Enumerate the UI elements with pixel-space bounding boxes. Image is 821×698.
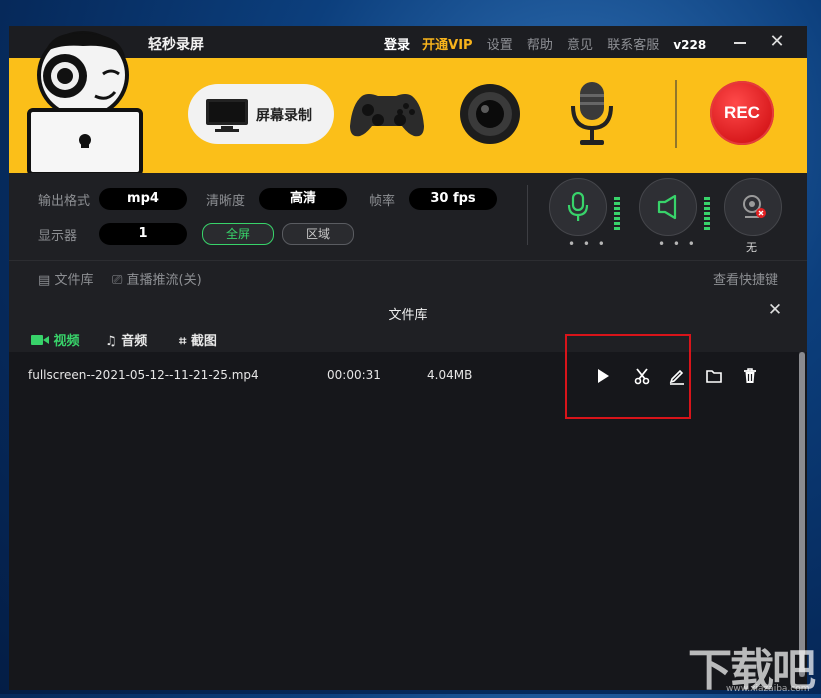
quality-select[interactable]: 高清 — [259, 188, 347, 210]
crop-icon: ⌗ — [179, 334, 187, 349]
speaker-level-meter — [704, 197, 710, 232]
settings-panel: 输出格式 mp4 清晰度 高清 帧率 30 fps 显示器 1 全屏 区域 • … — [9, 173, 807, 293]
speaker-icon — [657, 194, 677, 220]
sub-toolbar: ▤ 文件库 ⎚ 直播推流(关) 查看快捷键 — [9, 260, 807, 294]
screen-record-label: 屏幕录制 — [256, 108, 312, 124]
file-size: 4.04MB — [427, 368, 473, 382]
file-name: fullscreen--2021-05-12--11-21-25.mp4 — [28, 368, 259, 382]
library-title: 文件库 — [388, 308, 428, 323]
settings-divider — [527, 185, 528, 245]
rec-label: REC — [724, 103, 760, 122]
mode-toolbar: 屏幕录制 REC — [9, 31, 807, 175]
system-audio-toggle[interactable] — [639, 178, 697, 236]
tab-audio-label: 音频 — [121, 334, 148, 349]
format-select[interactable]: mp4 — [99, 188, 187, 210]
tab-video[interactable]: 视频 — [31, 330, 80, 349]
file-duration: 00:00:31 — [327, 368, 381, 382]
tv-icon: ⎚ — [112, 273, 123, 288]
monitor-icon — [206, 99, 248, 132]
display-select[interactable]: 1 — [99, 223, 187, 245]
library-header: 文件库 ✕ — [9, 296, 807, 326]
rec-button[interactable]: REC — [710, 81, 774, 145]
mascot-logo-icon — [27, 31, 143, 175]
game-record-mode-icon[interactable] — [348, 90, 426, 140]
delete-trash-icon[interactable] — [741, 367, 759, 385]
mic-level-meter — [614, 197, 620, 232]
display-label: 显示器 — [38, 229, 78, 244]
mic-options-dots[interactable]: • • • — [568, 237, 607, 251]
file-library-link[interactable]: ▤ 文件库 — [38, 269, 93, 288]
video-icon — [31, 335, 49, 345]
file-icon: ▤ — [38, 273, 51, 288]
customer-service-link[interactable]: 联系客服 — [607, 34, 659, 53]
fps-select[interactable]: 30 fps — [409, 188, 497, 210]
format-label: 输出格式 — [38, 194, 91, 209]
feedback-link[interactable]: 意见 — [567, 34, 593, 53]
webcam-none-label: 无 — [746, 241, 757, 254]
webcam-off-icon — [743, 195, 766, 218]
fullscreen-option[interactable]: 全屏 — [202, 223, 274, 245]
tab-screenshot-label: 截图 — [190, 334, 217, 349]
microphone-toggle[interactable] — [549, 178, 607, 236]
toolbar-divider — [675, 80, 677, 148]
minimize-button[interactable] — [734, 42, 746, 44]
app-title: 轻秒录屏 — [148, 37, 204, 53]
live-stream-label: 直播推流(关) — [126, 273, 202, 288]
library-close-button[interactable]: ✕ — [765, 300, 785, 320]
settings-link[interactable]: 设置 — [487, 34, 513, 53]
speaker-options-dots[interactable]: • • • — [658, 237, 697, 251]
app-window: 轻秒录屏 登录 开通VIP 设置 帮助 意见 联系客服 v228 ✕ 屏幕录制 … — [9, 26, 807, 690]
microphone-icon — [567, 192, 589, 221]
webcam-mode-icon[interactable] — [458, 82, 522, 146]
audio-mode-icon[interactable] — [567, 80, 617, 150]
live-stream-link[interactable]: ⎚ 直播推流(关) — [112, 269, 202, 288]
shortcuts-link[interactable]: 查看快捷键 — [713, 269, 778, 288]
login-link[interactable]: 登录 — [384, 34, 410, 53]
screen-record-mode-button[interactable]: 屏幕录制 — [188, 84, 334, 144]
close-button[interactable]: ✕ — [767, 32, 787, 52]
tab-audio[interactable]: ♫ 音频 — [105, 330, 147, 349]
file-library-label: 文件库 — [54, 273, 94, 288]
top-nav: 登录 开通VIP 设置 帮助 意见 联系客服 v228 — [384, 34, 706, 53]
tab-screenshot[interactable]: ⌗ 截图 — [179, 330, 217, 349]
webcam-toggle[interactable] — [724, 178, 782, 236]
version-label: v228 — [673, 38, 707, 52]
scrollbar-thumb[interactable] — [799, 352, 805, 677]
fps-label: 帧率 — [369, 194, 396, 209]
help-link[interactable]: 帮助 — [527, 34, 553, 53]
tab-video-label: 视频 — [53, 334, 80, 349]
region-option[interactable]: 区域 — [282, 223, 354, 245]
folder-icon[interactable] — [705, 367, 723, 385]
quality-label: 清晰度 — [206, 194, 246, 209]
watermark-url: www.xiazaiba.com — [726, 684, 810, 694]
music-note-icon: ♫ — [105, 334, 117, 349]
annotation-highlight-box — [565, 334, 691, 419]
vip-link[interactable]: 开通VIP — [422, 34, 472, 53]
